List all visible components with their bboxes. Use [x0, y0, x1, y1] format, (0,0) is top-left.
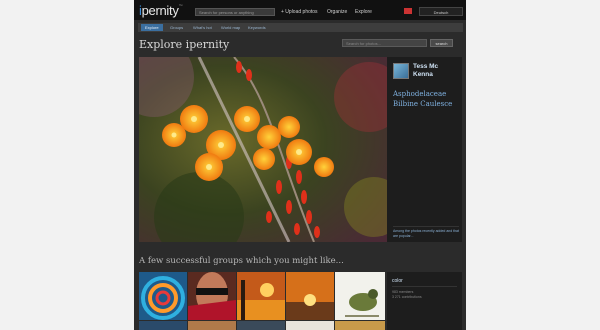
language-select[interactable]: Deutsch [419, 7, 463, 16]
search-button[interactable]: search [430, 39, 453, 47]
tab-explore[interactable]: Explore [141, 24, 163, 31]
explore-link[interactable]: Explore [355, 9, 372, 15]
flower-photo-image [139, 57, 387, 242]
thumbnail-image [139, 272, 187, 320]
tab-groups[interactable]: Groups [166, 24, 187, 31]
group-contributions: 3 271 contributions [392, 295, 422, 299]
featured-photo[interactable] [139, 57, 387, 242]
thumbnail-image [286, 272, 334, 320]
group-info-panel: color 983 members 3 271 contributions [387, 272, 462, 330]
thumbnail-image [237, 272, 285, 320]
thumbnail-image [335, 272, 385, 320]
group-thumbnail[interactable] [286, 272, 334, 320]
explore-tabs: Explore Groups What's hot World map Keyw… [138, 23, 463, 32]
photo-search-input[interactable]: Search for photos... [342, 39, 427, 47]
group-thumbnail[interactable] [188, 321, 236, 330]
group-name[interactable]: color [392, 278, 403, 284]
organize-link[interactable]: Organize [327, 9, 347, 15]
group-thumbnail[interactable] [139, 272, 187, 320]
group-thumbnail[interactable] [188, 272, 236, 320]
upload-photos-link[interactable]: + Upload photos [281, 9, 318, 15]
thumbnail-image [188, 272, 236, 320]
tab-keywords[interactable]: Keywords [244, 24, 270, 31]
photo-caption: Among the photos recently added and that… [393, 226, 459, 239]
group-thumbnail[interactable] [237, 272, 285, 320]
global-search-input[interactable]: Search for persons or anything [195, 8, 275, 16]
ipernity-logo[interactable]: ipernity™ [139, 3, 182, 18]
top-bar: ipernity™ Search for persons or anything… [134, 0, 466, 20]
group-thumbnail[interactable] [237, 321, 285, 330]
avatar[interactable] [393, 63, 409, 79]
page: ipernity™ Search for persons or anything… [134, 0, 466, 330]
flag-icon[interactable] [404, 8, 412, 14]
groups-heading: A few successful groups which you might … [139, 256, 344, 266]
photo-info-panel: Tess Mc Kenna Asphodelaceae Bilbine Caul… [387, 57, 462, 242]
photo-title[interactable]: Asphodelaceae Bilbine Caulesce [393, 89, 459, 109]
group-thumbnail[interactable] [286, 321, 334, 330]
group-thumbnail[interactable] [335, 272, 385, 320]
group-members: 983 members [392, 290, 414, 294]
group-thumbnail[interactable] [335, 321, 385, 330]
tab-world-map[interactable]: World map [217, 24, 244, 31]
page-title: Explore ipernity [139, 38, 230, 51]
tab-whats-hot[interactable]: What's hot [189, 24, 216, 31]
divider [392, 286, 457, 287]
author-name[interactable]: Tess Mc Kenna [413, 63, 459, 79]
group-thumbnail[interactable] [139, 321, 187, 330]
